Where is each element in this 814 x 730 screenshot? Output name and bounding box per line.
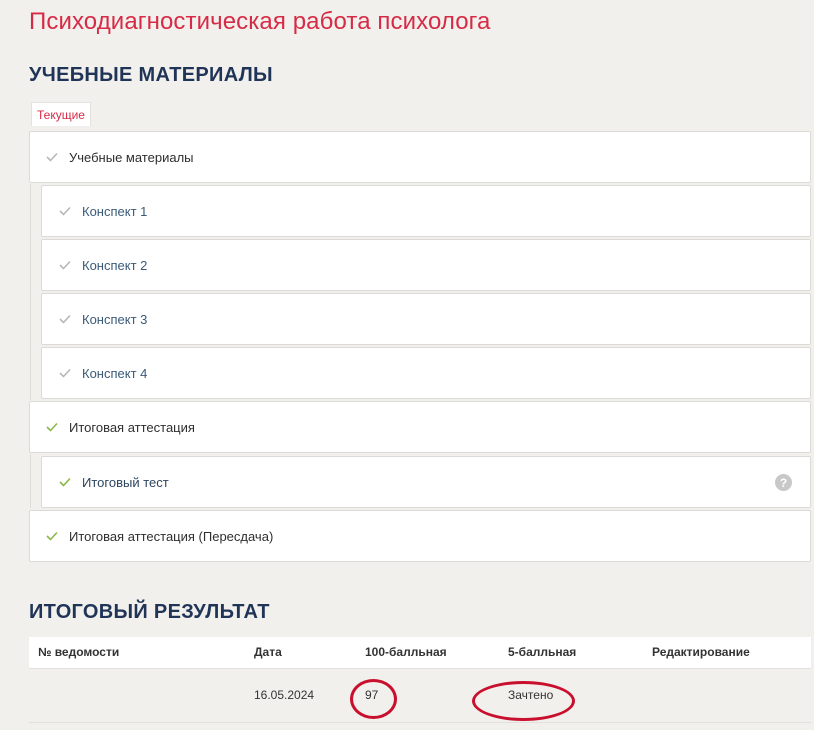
material-item-summary-4[interactable]: Конспект 4 (41, 347, 811, 399)
check-icon (43, 527, 61, 545)
material-item-study-materials[interactable]: Учебные материалы (29, 131, 811, 183)
check-icon (56, 473, 74, 491)
annotation-circle-score100 (350, 679, 397, 719)
table-header-row: № ведомости Дата 100-балльная 5-балльная… (29, 637, 811, 669)
material-item-label: Конспект 2 (82, 257, 148, 273)
material-item-label: Учебные материалы (69, 149, 194, 165)
material-item-label: Итоговая аттестация (Пересдача) (69, 528, 274, 544)
annotation-circle-score5 (472, 681, 575, 721)
column-header-date: Дата (245, 637, 356, 669)
tree-connector (30, 184, 31, 400)
tab-current[interactable]: Текущие (31, 102, 91, 126)
check-icon (56, 364, 74, 382)
tree-connector (30, 454, 31, 508)
column-header-number: № ведомости (29, 637, 245, 669)
material-item-final-attestation[interactable]: Итоговая аттестация (29, 401, 811, 453)
page-title: Психодиагностическая работа психолога (29, 8, 491, 35)
check-icon (43, 418, 61, 436)
column-header-score5: 5-балльная (499, 637, 643, 669)
cell-edit (643, 668, 811, 723)
material-item-final-attestation-retake[interactable]: Итоговая аттестация (Пересдача) (29, 510, 811, 562)
column-header-score100: 100-балльная (356, 637, 499, 669)
results-table: № ведомости Дата 100-балльная 5-балльная… (29, 637, 811, 723)
cell-number (29, 668, 245, 723)
check-icon (43, 148, 61, 166)
material-item-summary-2[interactable]: Конспект 2 (41, 239, 811, 291)
material-item-label: Конспект 1 (82, 203, 148, 219)
material-item-label: Итоговый тест (82, 474, 169, 490)
material-item-label: Итоговая аттестация (69, 419, 195, 435)
cell-date: 16.05.2024 (245, 668, 356, 723)
materials-heading: УЧЕБНЫЕ МАТЕРИАЛЫ (29, 64, 273, 86)
material-item-summary-1[interactable]: Конспект 1 (41, 185, 811, 237)
check-icon (56, 310, 74, 328)
material-item-final-test[interactable]: Итоговый тест ? (41, 456, 811, 508)
column-header-edit: Редактирование (643, 637, 811, 669)
results-heading: ИТОГОВЫЙ РЕЗУЛЬТАТ (29, 601, 270, 623)
table-row: 16.05.2024 97 Зачтено (29, 668, 811, 723)
help-icon[interactable]: ? (775, 474, 792, 491)
material-item-label: Конспект 3 (82, 311, 148, 327)
check-icon (56, 256, 74, 274)
check-icon (56, 202, 74, 220)
material-item-label: Конспект 4 (82, 365, 148, 381)
material-item-summary-3[interactable]: Конспект 3 (41, 293, 811, 345)
